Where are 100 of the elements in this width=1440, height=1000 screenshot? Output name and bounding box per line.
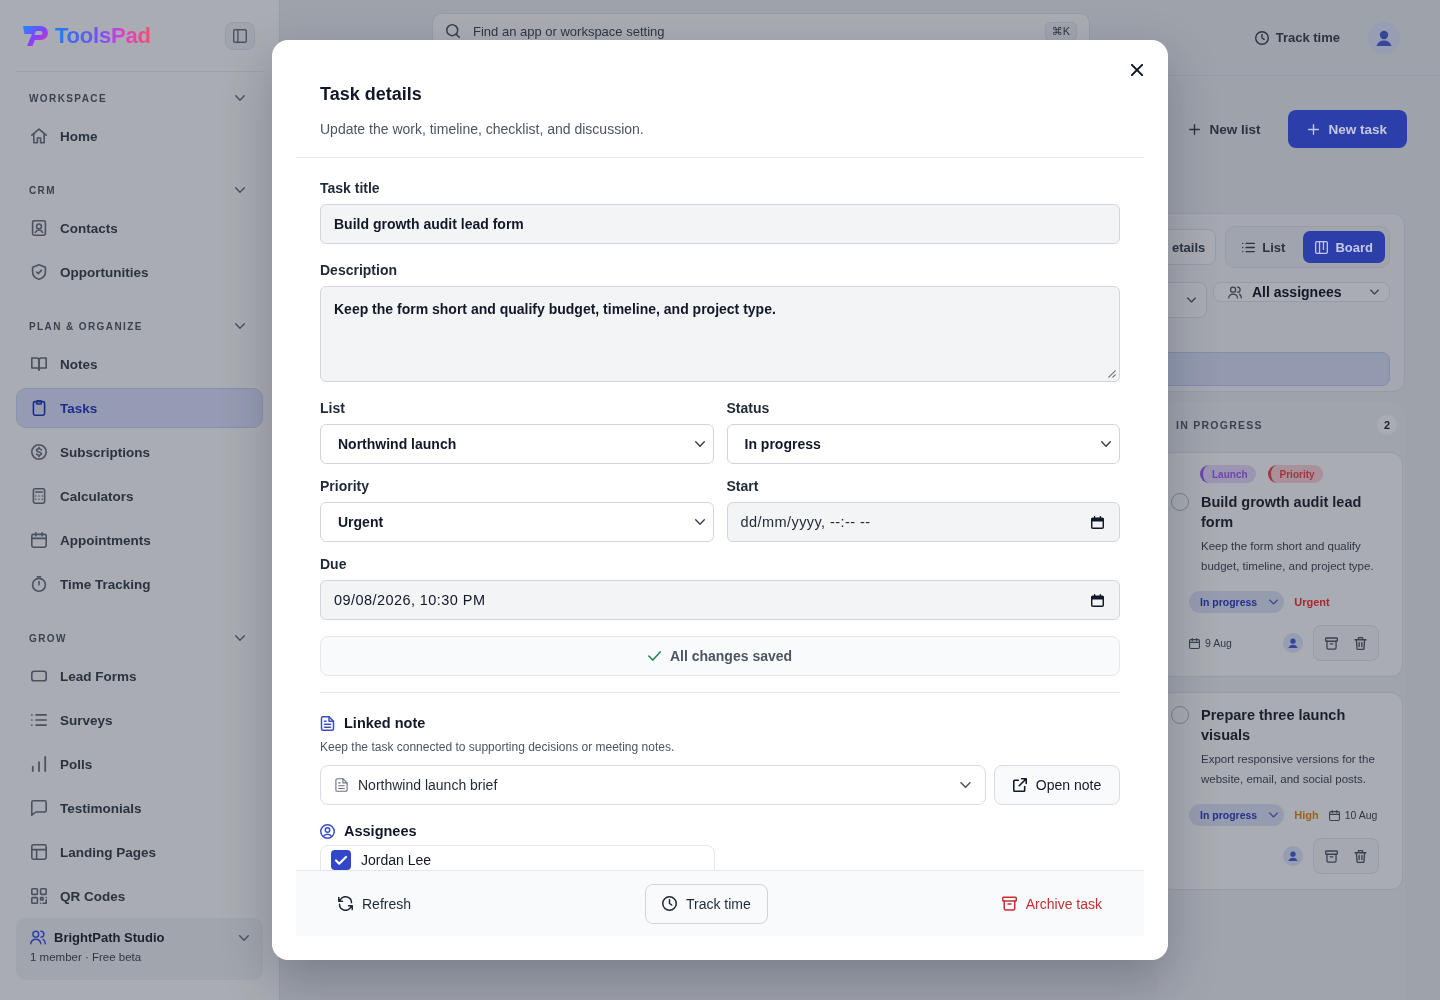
save-status-text: All changes saved: [669, 648, 793, 664]
field-label: Due: [320, 555, 348, 574]
avatar-icon[interactable]: [1368, 21, 1400, 54]
shield-icon: [31, 264, 47, 280]
section-heading: CRM: [29, 184, 56, 196]
nav-item[interactable]: Notes: [16, 344, 263, 384]
users-icon: [30, 930, 46, 945]
nav-item[interactable]: QR Codes: [16, 876, 263, 916]
field-label: Description: [320, 261, 398, 280]
close-icon[interactable]: [1131, 64, 1143, 76]
checkbox[interactable]: [331, 850, 351, 870]
resize-grip-icon[interactable]: [1108, 370, 1116, 378]
qr-code-icon: [31, 888, 47, 904]
nav-item[interactable]: Opportunities: [16, 252, 263, 292]
text-input[interactable]: Build growth audit lead form: [320, 204, 1120, 244]
workspace-meta: 1 member · Free beta: [30, 951, 143, 963]
layout-icon: [31, 844, 47, 860]
assignee-option[interactable]: Jordan Lee: [331, 850, 704, 870]
calculator-icon: [31, 488, 47, 504]
chevron-icon: [1101, 441, 1111, 447]
stopwatch-icon: [31, 576, 47, 592]
archive-icon[interactable]: [1325, 849, 1338, 863]
nav-item[interactable]: Tasks: [16, 388, 263, 428]
new-task-button[interactable]: New task: [1288, 110, 1407, 148]
select-field[interactable]: In progress: [726, 424, 1120, 464]
calendar-icon[interactable]: [1091, 515, 1104, 529]
calendar-icon: [1189, 637, 1200, 649]
trash-icon[interactable]: [1354, 636, 1367, 650]
shortcut-key: ⌘K: [1044, 21, 1077, 41]
calendar-icon: [31, 532, 47, 548]
track-time-button[interactable]: Track time: [644, 883, 768, 924]
nav-item[interactable]: Lead Forms: [16, 656, 263, 696]
datetime-field[interactable]: dd/mm/yyyy, --:-- --: [726, 502, 1120, 542]
open-note-button[interactable]: Open note: [994, 765, 1120, 805]
users-icon: [1228, 285, 1242, 299]
clock-icon: [661, 896, 677, 911]
list-icon: [1242, 240, 1256, 254]
workspace-switcher[interactable]: BrightPath Studio 1 member · Free beta: [16, 918, 263, 980]
card-icon: [31, 668, 47, 684]
trash-icon[interactable]: [1354, 849, 1367, 863]
panel-icon: [233, 28, 247, 43]
address-book-icon: [31, 220, 47, 236]
board-view-tab[interactable]: Board: [1303, 231, 1385, 263]
nav-item[interactable]: Surveys: [16, 700, 263, 740]
select-field[interactable]: Urgent: [320, 502, 714, 542]
nav-item[interactable]: Calculators: [16, 476, 263, 516]
archive-button[interactable]: Archive task: [988, 883, 1115, 924]
nav-item[interactable]: Home: [16, 116, 263, 156]
clock-icon: [1254, 30, 1269, 45]
tag: Launch: [1200, 465, 1256, 483]
assignee-filter[interactable]: All assignees: [1213, 282, 1390, 302]
chevron-icon: [1269, 812, 1279, 818]
sidebar-toggle-button[interactable]: [225, 21, 255, 50]
calendar-icon: [1328, 809, 1340, 821]
select-field[interactable]: Northwind launch: [320, 424, 714, 464]
archive-icon[interactable]: [1325, 636, 1338, 650]
avatar-icon: [1283, 633, 1303, 653]
status-dropdown[interactable]: In progress: [1189, 804, 1285, 826]
new-list-button[interactable]: New list: [1175, 110, 1275, 148]
section-description: Keep the task connected to supporting decisions or meeting notes.: [320, 739, 676, 755]
nav-item[interactable]: Subscriptions: [16, 432, 263, 472]
datetime-field[interactable]: 09/08/2026, 10:30 PM: [320, 580, 1120, 620]
nav-item[interactable]: Contacts: [16, 208, 263, 248]
refresh-button[interactable]: Refresh: [325, 883, 425, 924]
status-dropdown[interactable]: In progress: [1189, 591, 1285, 613]
track-time-button[interactable]: Track time: [1244, 20, 1350, 55]
chevron-icon[interactable]: [235, 323, 245, 329]
nav-item[interactable]: Time Tracking: [16, 564, 263, 604]
section-heading: GROW: [29, 632, 67, 644]
house-icon: [31, 128, 47, 144]
chevron-icon: [1370, 289, 1379, 295]
document-icon: [320, 715, 335, 731]
dollar-icon: [31, 444, 47, 460]
field-label: Task title: [320, 179, 381, 198]
task-title: Build growth audit lead form: [1201, 493, 1363, 532]
user-circle-icon: [320, 823, 335, 839]
section-heading: PLAN & ORGANIZE: [29, 320, 143, 332]
note-select[interactable]: Northwind launch brief: [320, 765, 986, 805]
clipboard-icon: [31, 400, 47, 416]
archive-icon: [1001, 896, 1017, 911]
due-date: 9 Aug: [1205, 637, 1232, 649]
calendar-icon[interactable]: [1091, 593, 1104, 607]
section-title: Assignees: [344, 822, 417, 841]
chevron-icon[interactable]: [235, 635, 245, 641]
nav-item[interactable]: Polls: [16, 744, 263, 784]
workspace-name: BrightPath Studio: [54, 930, 165, 945]
dialog-title: Task details: [320, 83, 423, 106]
book-icon: [31, 356, 47, 372]
list-view-tab[interactable]: List: [1230, 231, 1298, 263]
task-checkbox[interactable]: [1171, 706, 1189, 724]
task-checkbox[interactable]: [1171, 493, 1189, 511]
description-textarea[interactable]: Keep the form short and qualify budget, timeline, and project type.: [320, 286, 1120, 382]
chevron-icon[interactable]: [235, 95, 245, 101]
chevron-icon[interactable]: [235, 187, 245, 193]
nav-item[interactable]: Appointments: [16, 520, 263, 560]
nav-item[interactable]: Landing Pages: [16, 832, 263, 872]
logo-icon: [22, 24, 49, 47]
nav-item[interactable]: Testimonials: [16, 788, 263, 828]
chevron-icon: [960, 782, 971, 788]
external-link-icon: [1012, 778, 1027, 792]
